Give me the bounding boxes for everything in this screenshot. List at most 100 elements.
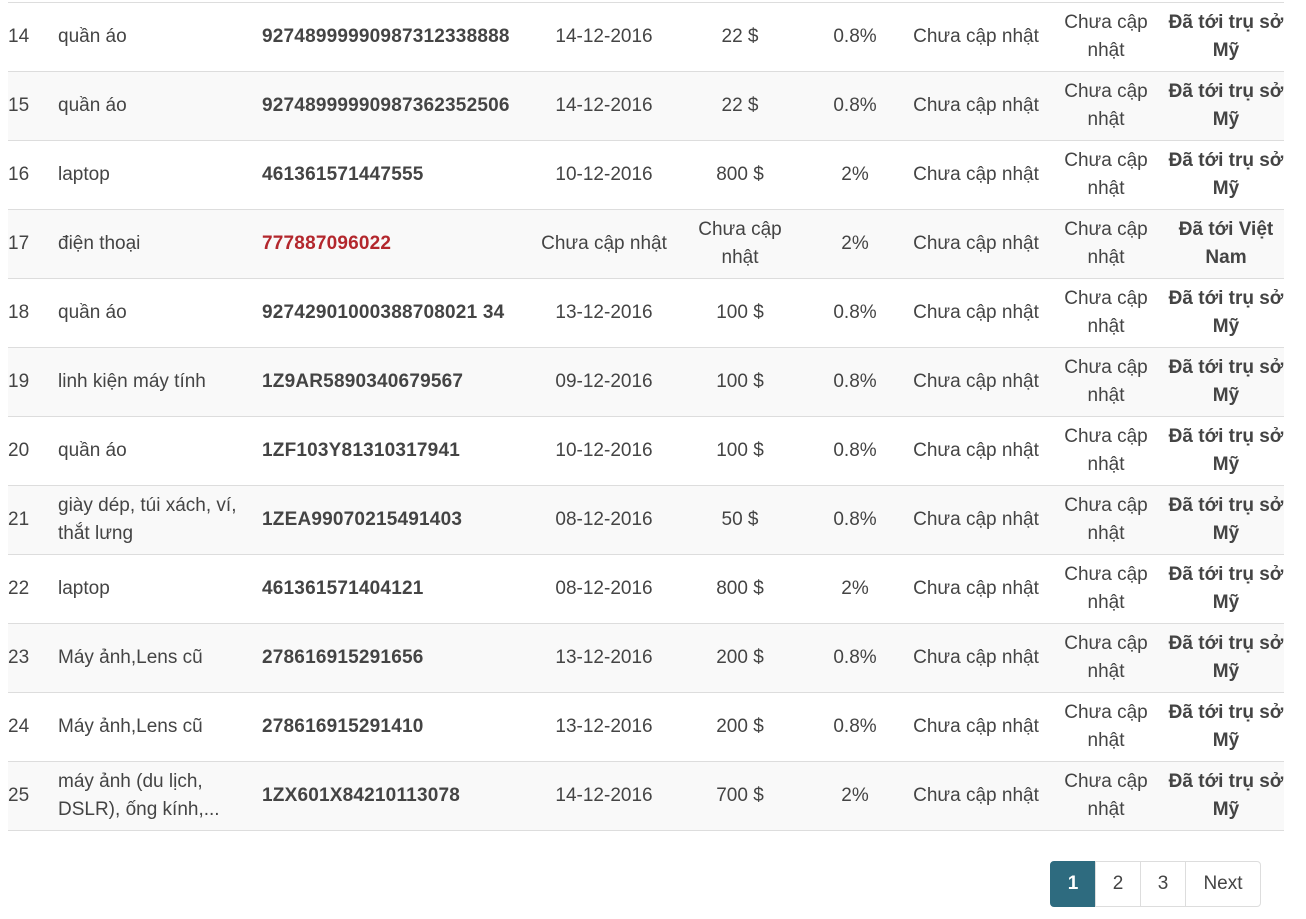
row-number: 18: [8, 302, 30, 323]
shipment-status: Đã tới trụ sở Mỹ: [1168, 150, 1284, 199]
table-row: 19 linh kiện máy tính 1Z9AR5890340679567…: [8, 347, 1284, 417]
ship-date: 13-12-2016: [555, 716, 653, 737]
row-number: 20: [8, 440, 30, 461]
item-name: laptop: [58, 578, 110, 599]
update-field-2: Chưa cập nhật: [1064, 219, 1148, 268]
shipment-status: Đã tới trụ sở Mỹ: [1168, 771, 1284, 820]
table-row: 21 giày dép, túi xách, ví, thắt lưng 1ZE…: [8, 485, 1284, 555]
row-number: 24: [8, 716, 30, 737]
table-row: 24 Máy ảnh,Lens cũ 278616915291410 13-12…: [8, 692, 1284, 762]
update-field-2: Chưa cập nhật: [1064, 771, 1148, 820]
update-field-2: Chưa cập nhật: [1064, 81, 1148, 130]
update-field-2: Chưa cập nhật: [1064, 495, 1148, 544]
ship-date: 10-12-2016: [555, 164, 653, 185]
fee-rate: 0.8%: [833, 647, 877, 668]
row-number: 25: [8, 785, 30, 806]
declared-price: 50 $: [721, 509, 759, 530]
shipment-status: Đã tới trụ sở Mỹ: [1168, 81, 1284, 130]
row-number: 19: [8, 371, 30, 392]
ship-date: 14-12-2016: [555, 95, 653, 116]
fee-rate: 0.8%: [833, 509, 877, 530]
item-name: Máy ảnh,Lens cũ: [58, 647, 203, 668]
update-field-1: Chưa cập nhật: [913, 578, 1039, 599]
tracking-number: 92742901000388708021 34: [262, 302, 505, 323]
ship-date: 08-12-2016: [555, 509, 653, 530]
tracking-number: 461361571447555: [262, 164, 424, 185]
page-3-button[interactable]: 3: [1140, 861, 1186, 907]
shipment-status: Đã tới trụ sở Mỹ: [1168, 12, 1284, 61]
update-field-1: Chưa cập nhật: [913, 647, 1039, 668]
next-page-button[interactable]: Next: [1185, 861, 1261, 907]
table-row: 16 laptop 461361571447555 10-12-2016 800…: [8, 140, 1284, 210]
declared-price: 800 $: [716, 164, 764, 185]
item-name: laptop: [58, 164, 110, 185]
ship-date: 13-12-2016: [555, 302, 653, 323]
tracking-number: 92748999990987362352506: [262, 95, 510, 116]
tracking-number: 1Z9AR5890340679567: [262, 371, 464, 392]
tracking-number: 1ZX601X84210113078: [262, 785, 461, 806]
ship-date: 09-12-2016: [555, 371, 653, 392]
tracking-number-link[interactable]: 777887096022: [262, 210, 530, 279]
item-name: điện thoại: [58, 233, 141, 254]
row-number: 15: [8, 95, 30, 116]
update-field-1: Chưa cập nhật: [913, 302, 1039, 323]
ship-date: Chưa cập nhật: [541, 233, 667, 254]
declared-price: 100 $: [716, 371, 764, 392]
declared-price: 100 $: [716, 440, 764, 461]
tracking-number: 1ZF103Y81310317941: [262, 440, 460, 461]
row-number: 21: [8, 509, 30, 530]
update-field-1: Chưa cập nhật: [913, 233, 1039, 254]
fee-rate: 0.8%: [833, 95, 877, 116]
update-field-2: Chưa cập nhật: [1064, 564, 1148, 613]
shipment-status: Đã tới trụ sở Mỹ: [1168, 702, 1284, 751]
declared-price: Chưa cập nhật: [698, 219, 782, 268]
ship-date: 14-12-2016: [555, 26, 653, 47]
shipment-status: Đã tới trụ sở Mỹ: [1168, 357, 1284, 406]
item-name: quần áo: [58, 440, 127, 461]
table-row: 15 quần áo 92748999990987362352506 14-12…: [8, 71, 1284, 141]
orders-table-container: 14 quần áo 92748999990987312338888 14-12…: [8, 2, 1284, 831]
page-2-button[interactable]: 2: [1095, 861, 1141, 907]
fee-rate: 0.8%: [833, 26, 877, 47]
declared-price: 100 $: [716, 302, 764, 323]
shipment-status: Đã tới trụ sở Mỹ: [1168, 288, 1284, 337]
item-name: quần áo: [58, 95, 127, 116]
ship-date: 10-12-2016: [555, 440, 653, 461]
tracking-number: 278616915291656: [262, 647, 424, 668]
ship-date: 14-12-2016: [555, 785, 653, 806]
row-number: 16: [8, 164, 30, 185]
declared-price: 800 $: [716, 578, 764, 599]
update-field-2: Chưa cập nhật: [1064, 633, 1148, 682]
declared-price: 700 $: [716, 785, 764, 806]
update-field-1: Chưa cập nhật: [913, 95, 1039, 116]
row-number: 17: [8, 233, 30, 254]
update-field-1: Chưa cập nhật: [913, 164, 1039, 185]
item-name: giày dép, túi xách, ví, thắt lưng: [58, 495, 237, 544]
fee-rate: 2%: [841, 578, 869, 599]
row-number: 14: [8, 26, 30, 47]
update-field-2: Chưa cập nhật: [1064, 12, 1148, 61]
shipment-status: Đã tới trụ sở Mỹ: [1168, 564, 1284, 613]
tracking-number: 278616915291410: [262, 716, 424, 737]
fee-rate: 0.8%: [833, 371, 877, 392]
item-name: Máy ảnh,Lens cũ: [58, 716, 203, 737]
table-row: 23 Máy ảnh,Lens cũ 278616915291656 13-12…: [8, 623, 1284, 693]
shipment-status: Đã tới trụ sở Mỹ: [1168, 495, 1284, 544]
table-row: 17 điện thoại 777887096022 Chưa cập nhật…: [8, 209, 1284, 279]
declared-price: 22 $: [721, 95, 759, 116]
shipment-status: Đã tới trụ sở Mỹ: [1168, 426, 1284, 475]
declared-price: 200 $: [716, 647, 764, 668]
table-row: 22 laptop 461361571404121 08-12-2016 800…: [8, 554, 1284, 624]
update-field-2: Chưa cập nhật: [1064, 426, 1148, 475]
update-field-1: Chưa cập nhật: [913, 785, 1039, 806]
update-field-2: Chưa cập nhật: [1064, 702, 1148, 751]
table-row: 18 quần áo 92742901000388708021 34 13-12…: [8, 278, 1284, 348]
ship-date: 08-12-2016: [555, 578, 653, 599]
pagination: 1 2 3 Next: [1050, 861, 1261, 907]
fee-rate: 2%: [841, 785, 869, 806]
row-number: 23: [8, 647, 30, 668]
update-field-1: Chưa cập nhật: [913, 371, 1039, 392]
tracking-number: 1ZEA99070215491403: [262, 509, 463, 530]
table-row: 20 quần áo 1ZF103Y81310317941 10-12-2016…: [8, 416, 1284, 486]
page-1-button[interactable]: 1: [1050, 861, 1096, 907]
